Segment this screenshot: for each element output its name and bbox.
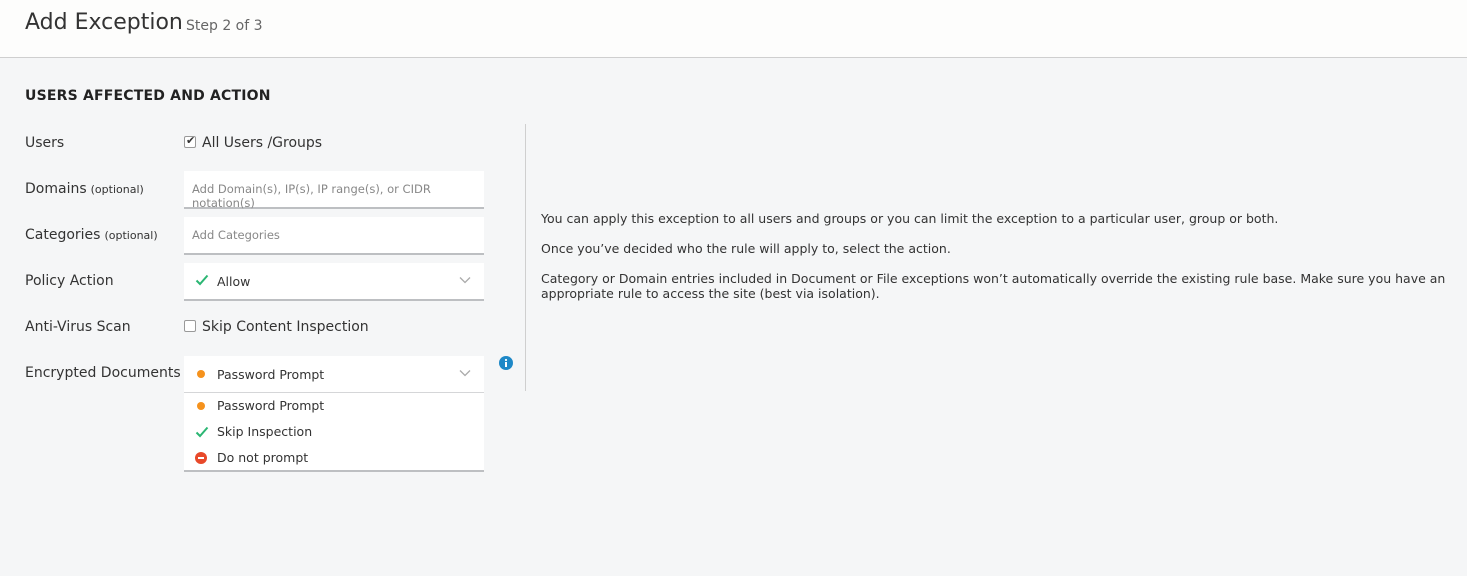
- policy-action-select[interactable]: Allow: [184, 263, 484, 301]
- check-icon: [195, 274, 209, 286]
- checkmark-icon: ✔: [186, 134, 196, 147]
- help-text-3: Category or Domain entries included in D…: [541, 271, 1446, 301]
- categories-input[interactable]: Add Categories: [184, 217, 484, 255]
- all-users-checkbox[interactable]: ✔: [184, 134, 196, 148]
- categories-label: Categories (optional): [25, 227, 158, 243]
- categories-optional: (optional): [104, 229, 158, 242]
- orange-dot-icon: [197, 402, 205, 410]
- info-icon[interactable]: [499, 356, 513, 370]
- page-header: Add Exception Step 2 of 3: [0, 0, 1467, 58]
- option-label: Password Prompt: [217, 398, 325, 413]
- policy-action-label: Policy Action: [25, 273, 114, 289]
- skip-content-inspection-checkbox[interactable]: [184, 320, 196, 332]
- option-password-prompt[interactable]: Password Prompt: [184, 393, 484, 419]
- page-title: Add Exception: [25, 10, 183, 35]
- step-indicator: Step 2 of 3: [186, 18, 263, 34]
- skip-content-inspection-label[interactable]: Skip Content Inspection: [202, 319, 369, 335]
- domains-optional: (optional): [90, 183, 144, 196]
- help-text-1: You can apply this exception to all user…: [541, 211, 1279, 226]
- encrypted-documents-select[interactable]: Password Prompt: [184, 356, 484, 393]
- all-users-label[interactable]: All Users /Groups: [202, 135, 322, 151]
- domains-input[interactable]: Add Domain(s), IP(s), IP range(s), or CI…: [184, 171, 484, 210]
- option-skip-inspection[interactable]: Skip Inspection: [184, 419, 484, 445]
- domains-placeholder: Add Domain(s), IP(s), IP range(s), or CI…: [192, 182, 431, 210]
- chevron-down-icon: [459, 370, 471, 377]
- vertical-divider: [525, 124, 526, 391]
- encrypted-documents-value: Password Prompt: [217, 367, 325, 382]
- categories-placeholder: Add Categories: [192, 228, 280, 242]
- chevron-down-icon: [459, 277, 471, 284]
- no-entry-icon: [195, 452, 207, 464]
- policy-action-value: Allow: [217, 274, 251, 289]
- option-do-not-prompt[interactable]: Do not prompt: [184, 445, 484, 471]
- domains-label-text: Domains: [25, 181, 87, 197]
- encrypted-documents-label: Encrypted Documents: [25, 365, 181, 381]
- users-label: Users: [25, 135, 65, 151]
- help-text-2: Once you’ve decided who the rule will ap…: [541, 241, 951, 256]
- domains-label: Domains (optional): [25, 181, 144, 197]
- option-label: Skip Inspection: [217, 424, 313, 439]
- section-title: USERS AFFECTED AND ACTION: [25, 88, 271, 104]
- categories-label-text: Categories: [25, 227, 101, 243]
- antivirus-label: Anti-Virus Scan: [25, 319, 131, 335]
- encrypted-documents-dropdown: Password Prompt Skip Inspection Do not p…: [184, 393, 484, 472]
- check-icon: [195, 426, 209, 438]
- orange-dot-icon: [197, 370, 205, 378]
- option-label: Do not prompt: [217, 450, 309, 465]
